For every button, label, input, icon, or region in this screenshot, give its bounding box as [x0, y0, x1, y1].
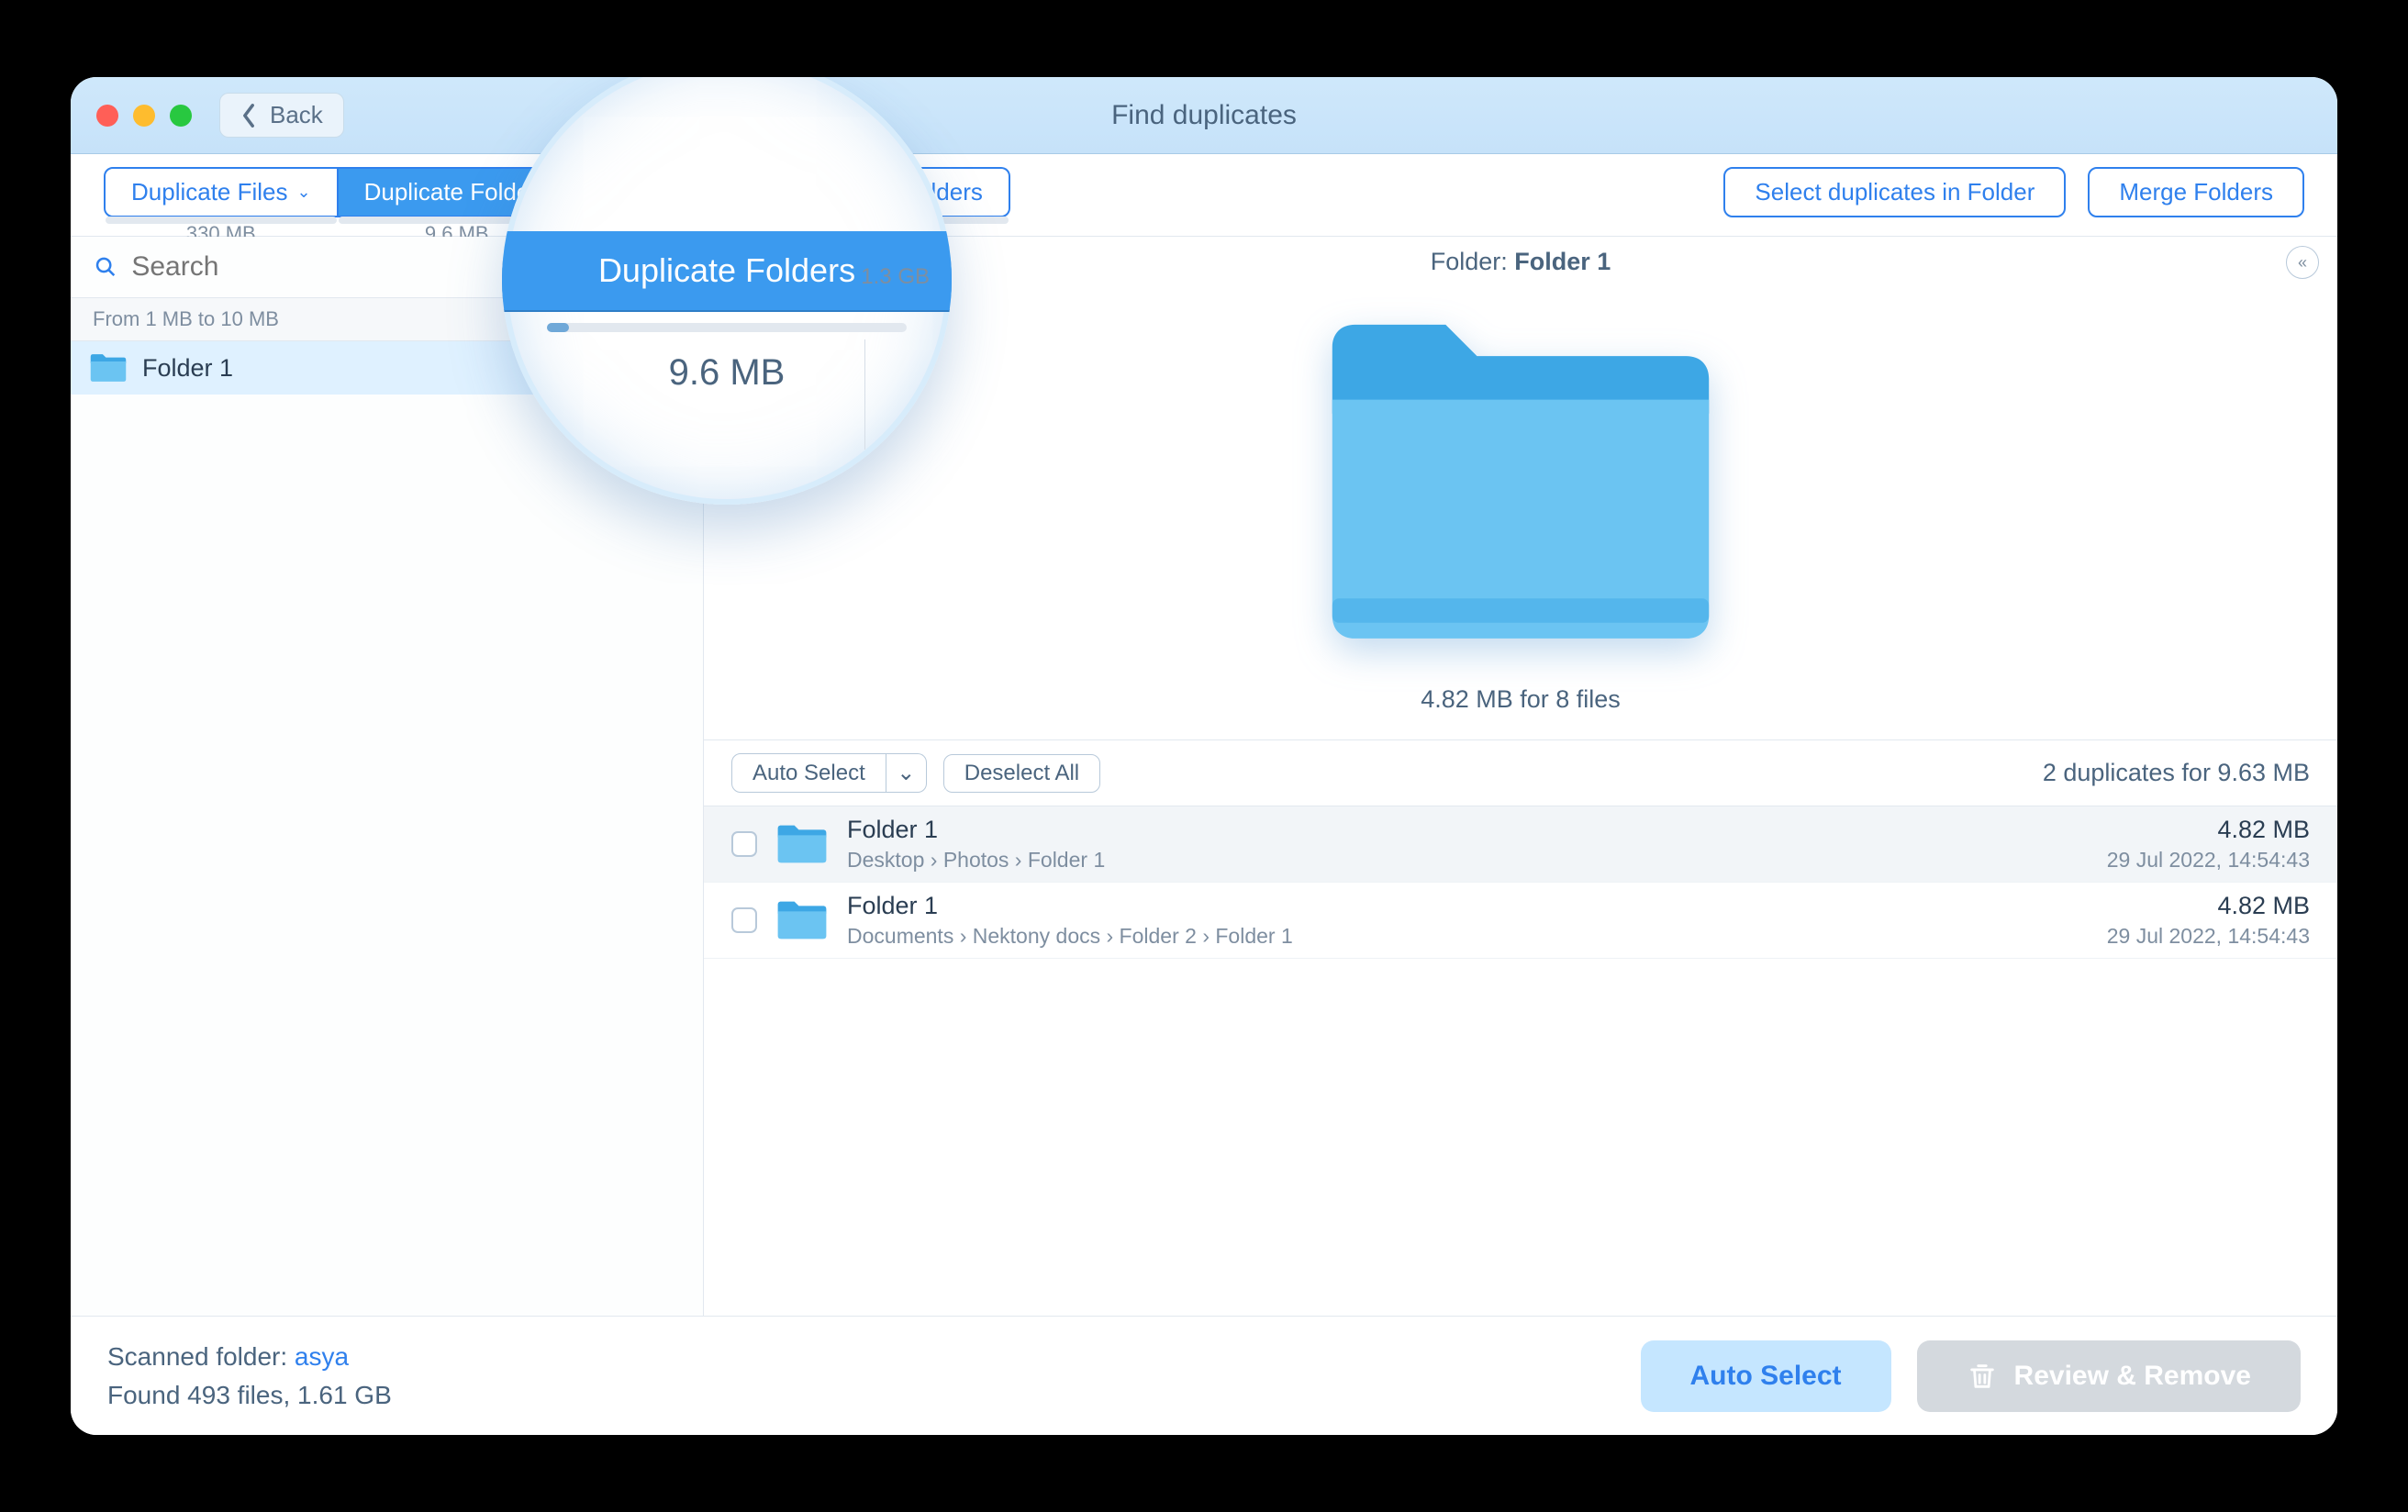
footer: Scanned folder: asya Found 493 files, 1.… — [71, 1316, 2337, 1435]
row-name: Folder 1 — [847, 816, 2089, 844]
tab-actions: Select duplicates in Folder Merge Folder… — [1723, 167, 2304, 217]
window-title: Find duplicates — [1111, 100, 1297, 131]
row-date: 29 Jul 2022, 14:54:43 — [2107, 848, 2310, 873]
main-pane: Folder: Folder 1 « 4.82 MB for 8 files A… — [704, 237, 2337, 1316]
tab-label: Duplicate Files — [131, 178, 288, 206]
collapse-panel-button[interactable]: « — [2286, 246, 2319, 279]
header-prefix: Folder: — [1431, 248, 1515, 275]
folder-icon — [89, 351, 128, 384]
review-remove-label: Review & Remove — [2014, 1361, 2251, 1392]
found-files-label: Found 493 files, 1.61 GB — [107, 1376, 392, 1415]
row-checkbox[interactable] — [731, 907, 757, 933]
titlebar: Back Find duplicates — [71, 77, 2337, 154]
row-date: 29 Jul 2022, 14:54:43 — [2107, 924, 2310, 949]
duplicate-row[interactable]: Folder 1 Documents › Nektony docs › Fold… — [704, 883, 2337, 959]
duplicate-row[interactable]: Folder 1 Desktop › Photos › Folder 1 4.8… — [704, 806, 2337, 883]
header-folder-name: Folder 1 — [1514, 248, 1611, 275]
close-window-icon[interactable] — [96, 105, 118, 127]
minimize-window-icon[interactable] — [133, 105, 155, 127]
deselect-all-button[interactable]: Deselect All — [943, 754, 1100, 793]
search-icon — [95, 255, 117, 279]
row-size: 4.82 MB — [2107, 892, 2310, 920]
footer-summary: Scanned folder: asya Found 493 files, 1.… — [107, 1338, 392, 1415]
fullscreen-window-icon[interactable] — [170, 105, 192, 127]
back-label: Back — [270, 101, 323, 129]
row-name: Folder 1 — [847, 892, 2089, 920]
category-tabs: Duplicate Files ⌄ 330 MB Duplicate Folde… — [71, 154, 2337, 237]
magnifier-adjacent-size: 1.3 GB — [861, 264, 930, 290]
body: From 1 MB to 10 MB Folder 1 9.63 MB 2 Fo… — [71, 237, 2337, 1316]
folder-preview: 4.82 MB for 8 files — [704, 287, 2337, 739]
row-checkbox[interactable] — [731, 831, 757, 857]
row-path: Desktop › Photos › Folder 1 — [847, 848, 2089, 873]
chevron-down-icon: ⌄ — [897, 761, 915, 785]
magnifier-progress-bar — [547, 323, 907, 332]
preview-subtitle: 4.82 MB for 8 files — [1421, 685, 1621, 714]
footer-auto-select-button[interactable]: Auto Select — [1641, 1340, 1891, 1412]
auto-select-segment: Auto Select ⌄ — [731, 753, 927, 793]
tab-duplicate-files[interactable]: Duplicate Files ⌄ 330 MB — [104, 167, 339, 217]
folder-icon — [775, 822, 829, 866]
app-window: Back Find duplicates Duplicate Files ⌄ 3… — [71, 77, 2337, 1435]
duplicates-toolbar: Auto Select ⌄ Deselect All 2 duplicates … — [704, 739, 2337, 806]
merge-folders-button[interactable]: Merge Folders — [2088, 167, 2304, 217]
auto-select-dropdown-button[interactable]: ⌄ — [886, 753, 927, 793]
scanned-folder-label: Scanned folder: — [107, 1342, 295, 1371]
magnifier-divider — [864, 339, 865, 450]
window-controls — [96, 105, 192, 127]
folder-large-icon — [1310, 306, 1732, 654]
chevron-double-left-icon: « — [2298, 253, 2307, 272]
scanned-folder-link[interactable]: asya — [295, 1342, 349, 1371]
select-duplicates-in-folder-button[interactable]: Select duplicates in Folder — [1723, 167, 2066, 217]
duplicates-summary: 2 duplicates for 9.63 MB — [2043, 759, 2310, 787]
chevron-down-icon: ⌄ — [297, 183, 311, 202]
row-path: Documents › Nektony docs › Folder 2 › Fo… — [847, 924, 2089, 949]
footer-actions: Auto Select Review & Remove — [1641, 1340, 2301, 1412]
trash-icon — [1967, 1361, 1998, 1392]
sidebar-item-name: Folder 1 — [142, 354, 530, 383]
chevron-left-icon — [240, 103, 257, 128]
auto-select-button[interactable]: Auto Select — [731, 753, 886, 793]
magnifier-size-label: 9.6 MB — [669, 352, 786, 394]
back-button[interactable]: Back — [219, 93, 344, 138]
review-remove-button[interactable]: Review & Remove — [1917, 1340, 2301, 1412]
folder-icon — [775, 898, 829, 942]
row-size: 4.82 MB — [2107, 816, 2310, 844]
